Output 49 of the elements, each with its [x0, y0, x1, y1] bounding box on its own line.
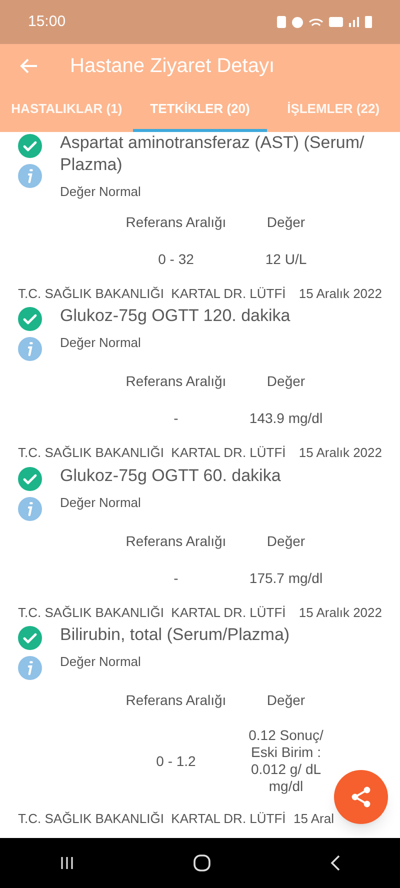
column-header: Referans Aralığı	[124, 691, 228, 710]
column-header: Değer	[266, 212, 306, 232]
info-icon[interactable]	[18, 496, 42, 520]
share-button[interactable]	[334, 770, 388, 824]
tab[interactable]: İŞLEMLER (22)	[266, 88, 400, 132]
wifi-icon	[309, 18, 323, 26]
page-title: Hastane Ziyaret Detayı	[70, 54, 275, 79]
info-icon[interactable]	[18, 337, 42, 361]
info-icon[interactable]	[18, 656, 42, 680]
column-header: Referans Aralığı	[124, 532, 228, 551]
result-date: 15 Aralık 2022	[298, 284, 382, 302]
reference-range: 0 - 32	[157, 250, 195, 268]
test-name: Glukoz-75g OGTT 60. dakika	[60, 464, 281, 486]
status-time: 15:00	[28, 12, 66, 32]
tab[interactable]: HASTALIKLAR (1)	[0, 88, 134, 132]
result-value: 175.7 mg/dl	[249, 570, 323, 586]
test-name: Bilirubin, total (Serum/Plazma)	[60, 624, 290, 646]
signal-icon	[349, 17, 359, 27]
recents-icon[interactable]	[59, 855, 75, 871]
back-arrow-icon[interactable]	[20, 58, 38, 74]
column-header: Referans Aralığı	[124, 372, 228, 391]
result-status: Değer Normal	[60, 653, 142, 671]
reference-range: -	[172, 409, 180, 428]
info-icon[interactable]	[18, 164, 42, 188]
result-status: Değer Normal	[60, 183, 142, 201]
result-value: 0.12 Sonuç/ Eski Birim : 0.012 g/ dL mg/dl	[248, 727, 324, 795]
column-header: Referans Aralığı	[124, 212, 228, 232]
home-icon[interactable]	[193, 854, 211, 872]
column-header: Değer	[266, 691, 306, 710]
result-status: Değer Normal	[60, 494, 142, 512]
institution-name: T.C. SAĞLIK BAKANLIĞI KARTAL DR. LÜTFİ	[18, 810, 286, 828]
result-status: Değer Normal	[60, 334, 142, 352]
test-name: Aspartat aminotransferaz (AST) (Serum/ Plazma)	[60, 132, 366, 176]
test-name: Glukoz-75g OGTT 120. dakika	[60, 305, 290, 327]
institution-name: T.C. SAĞLIK BAKANLIĞI KARTAL DR. LÜTFİ	[18, 444, 286, 462]
reference-range: -	[172, 568, 180, 588]
institution-name: T.C. SAĞLIK BAKANLIĞI KARTAL DR. LÜTFİ	[18, 604, 286, 622]
back-icon[interactable]	[329, 855, 341, 871]
result-date: 15 Aral	[294, 810, 334, 828]
column-header: Değer	[266, 532, 306, 551]
institution-name: T.C. SAĞLIK BAKANLIĞI KARTAL DR. LÜTFİ	[18, 284, 286, 302]
result-value: 12 U/L	[265, 250, 307, 268]
result-value: 143.9 mg/dl	[249, 410, 323, 427]
reference-range: 0 - 1.2	[155, 752, 197, 770]
result-date: 15 Aralık 2022	[298, 604, 382, 622]
share-icon	[349, 785, 373, 809]
tab[interactable]: TETKİKLER (20)	[133, 88, 267, 132]
result-date: 15 Aralık 2022	[298, 444, 382, 462]
column-header: Değer	[266, 372, 306, 391]
